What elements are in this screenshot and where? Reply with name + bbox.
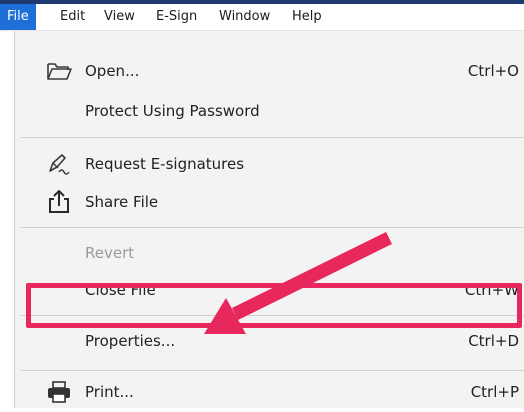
menu-edit[interactable]: Edit xyxy=(53,4,92,30)
menu-item-shortcut: Ctrl+P xyxy=(470,383,519,401)
menu-item-label: Request E-signatures xyxy=(85,155,245,173)
folder-open-icon xyxy=(45,57,73,85)
menu-item-print[interactable]: Print... Ctrl+P xyxy=(15,372,524,412)
menu-item-share-file[interactable]: Share File xyxy=(15,182,524,222)
menu-separator xyxy=(21,137,524,138)
menu-item-label: Protect Using Password xyxy=(85,102,260,120)
menu-file[interactable]: File xyxy=(0,4,36,30)
menu-item-label: Print... xyxy=(85,383,134,401)
menu-item-label: Revert xyxy=(85,244,135,262)
menu-bar: File Edit View E-Sign Window Help xyxy=(0,4,524,31)
share-upload-icon xyxy=(45,188,73,216)
menu-item-shortcut: Ctrl+O xyxy=(467,62,519,80)
menu-window[interactable]: Window xyxy=(212,4,277,30)
menu-help[interactable]: Help xyxy=(285,4,329,30)
menu-item-open[interactable]: Open... Ctrl+O xyxy=(15,51,524,91)
menu-view[interactable]: View xyxy=(97,4,142,30)
menu-item-label: Open... xyxy=(85,62,140,80)
menu-e-sign[interactable]: E-Sign xyxy=(149,4,204,30)
menu-separator xyxy=(21,370,524,371)
menu-item-revert: Revert xyxy=(15,233,524,273)
pen-signature-icon xyxy=(45,150,73,178)
highlight-box xyxy=(26,283,522,328)
file-menu-dropdown: Open... Ctrl+O Protect Using Password Re… xyxy=(14,31,524,408)
menu-item-request-esignatures[interactable]: Request E-signatures xyxy=(15,144,524,184)
menu-item-protect-password[interactable]: Protect Using Password xyxy=(15,91,524,131)
printer-icon xyxy=(45,378,73,406)
menu-separator xyxy=(21,227,524,228)
menu-item-label: Share File xyxy=(85,193,159,211)
